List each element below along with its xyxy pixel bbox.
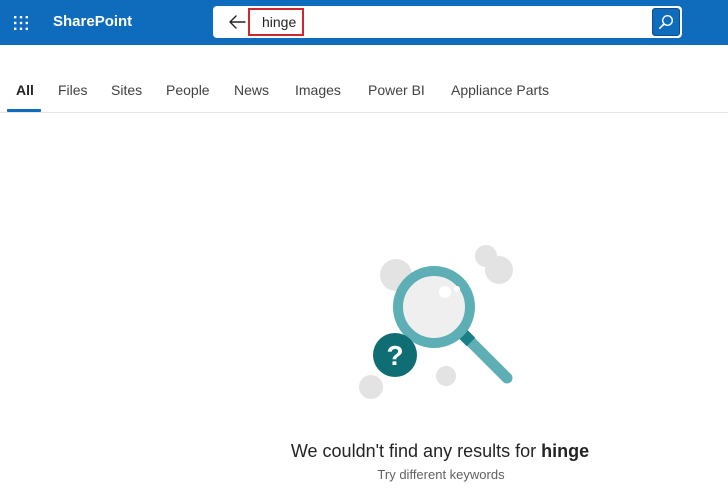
no-results-illustration: ? [359, 245, 513, 399]
tab-images[interactable]: Images [295, 82, 341, 98]
bubble-decoration [359, 375, 383, 399]
search-input[interactable] [248, 8, 304, 36]
search-vertical-tabs: All Files Sites People News Images Power… [0, 70, 728, 113]
tab-power-bi[interactable]: Power BI [368, 82, 425, 98]
suite-header: SharePoint [0, 0, 728, 45]
app-name-link[interactable]: SharePoint [53, 13, 132, 31]
magnifier-handle [461, 332, 513, 384]
app-launcher-button[interactable] [0, 0, 42, 45]
active-tab-indicator [7, 109, 41, 112]
waffle-icon [14, 15, 28, 30]
tab-people[interactable]: People [166, 82, 210, 98]
empty-state-subtitle: Try different keywords [377, 467, 505, 482]
tab-sites[interactable]: Sites [111, 82, 142, 98]
svg-text:?: ? [386, 340, 403, 371]
lens-glint [454, 286, 460, 292]
search-box [213, 6, 682, 38]
tab-all[interactable]: All [16, 82, 34, 98]
back-button[interactable] [225, 11, 249, 33]
empty-state-query: hinge [541, 441, 590, 461]
tab-appliance-parts[interactable]: Appliance Parts [451, 82, 549, 98]
arrow-left-icon [229, 15, 246, 29]
tab-news[interactable]: News [234, 82, 269, 98]
lens-glint [439, 286, 451, 298]
search-icon [659, 14, 674, 29]
empty-state-title-text: We couldn't find any results for [290, 441, 542, 461]
bubble-decoration [436, 366, 456, 386]
magnifier-lens [393, 266, 475, 348]
tab-files[interactable]: Files [58, 82, 88, 98]
search-submit-button[interactable] [652, 8, 680, 36]
bubble-decoration [485, 256, 513, 284]
empty-state-title: We couldn't find any results for hinge [0, 440, 728, 462]
